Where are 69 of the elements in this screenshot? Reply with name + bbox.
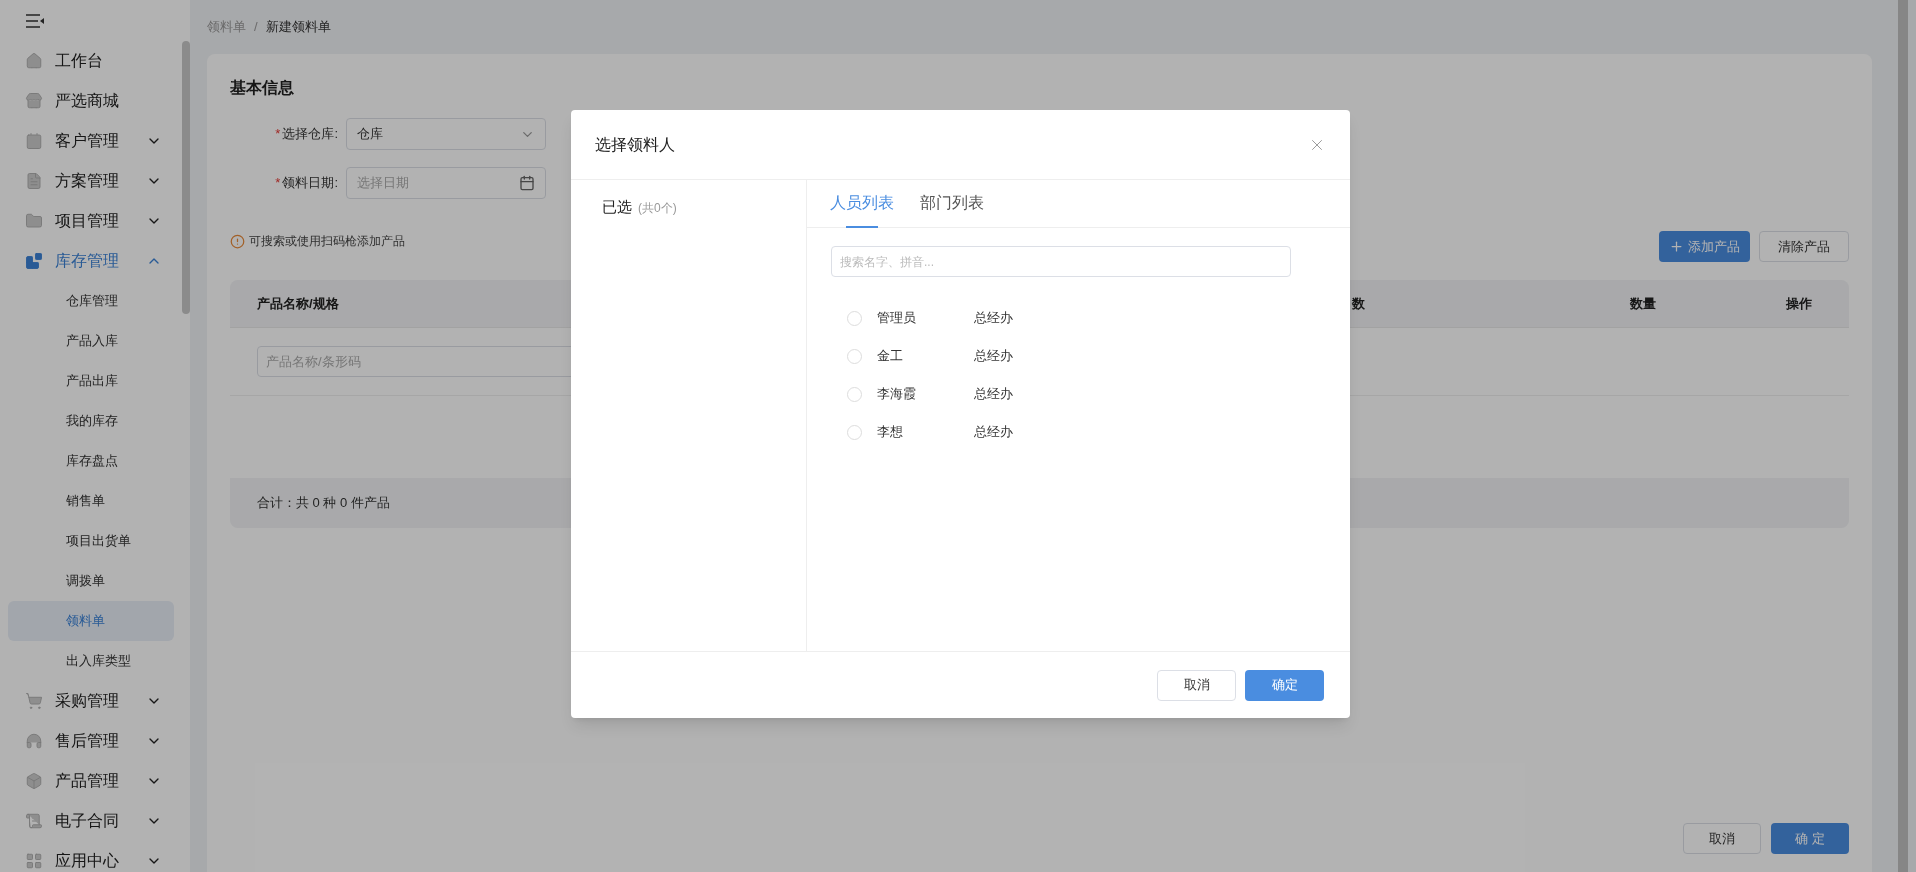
- sidebar-item[interactable]: 严选商城: [0, 81, 182, 121]
- column-header: 数: [1351, 294, 1366, 313]
- person-row[interactable]: 金工 总经办: [807, 337, 1350, 375]
- blocks-icon: [25, 252, 43, 270]
- tab[interactable]: 人员列表: [830, 179, 894, 227]
- sidebar-item[interactable]: 应用中心: [0, 841, 182, 872]
- hint-text: 可搜索或使用扫码枪添加产品: [249, 233, 405, 250]
- person-name: 金工: [877, 347, 904, 366]
- cancel-button[interactable]: 取消: [1157, 669, 1236, 701]
- cart-icon: [25, 692, 43, 710]
- column-header: 数量: [1629, 294, 1657, 313]
- submenu-item[interactable]: 我的库存: [8, 401, 174, 441]
- clear-products-button[interactable]: 清除产品: [1759, 231, 1849, 262]
- department-name: 总经办: [974, 309, 1013, 328]
- submenu-item[interactable]: 项目出货单: [8, 521, 174, 561]
- sidebar-item[interactable]: 采购管理: [0, 681, 182, 721]
- sidebar-item[interactable]: 方案管理: [0, 161, 182, 201]
- selected-label: 已选: [602, 197, 632, 217]
- selected-count: (共0个): [638, 200, 677, 217]
- select-field[interactable]: 仓库: [346, 118, 546, 150]
- folder-icon: [25, 212, 43, 230]
- submenu-item[interactable]: 调拨单: [8, 561, 174, 601]
- person-name: 李海霞: [877, 385, 917, 404]
- section-title: 基本信息: [230, 78, 295, 98]
- person-row[interactable]: 李想 总经办: [807, 413, 1350, 451]
- submenu-item[interactable]: 产品入库: [8, 321, 174, 361]
- person-row[interactable]: 管理员 总经办: [807, 299, 1350, 337]
- plus-icon: [1669, 239, 1684, 254]
- person-row[interactable]: 李海霞 总经办: [807, 375, 1350, 413]
- sidebar-item[interactable]: 项目管理: [0, 201, 182, 241]
- department-name: 总经办: [974, 347, 1013, 366]
- required-mark: *: [275, 125, 281, 144]
- breadcrumb-item: 新建领料单: [265, 18, 331, 37]
- sidebar-item[interactable]: 工作台: [0, 41, 182, 81]
- house-icon: [25, 52, 43, 70]
- column-header: 操作: [1786, 294, 1812, 313]
- submenu-item[interactable]: 库存盘点: [8, 441, 174, 481]
- breadcrumb-separator: /: [254, 18, 258, 37]
- sidebar-item[interactable]: 客户管理: [0, 121, 182, 161]
- field-label: 领料日期:: [282, 174, 338, 193]
- page-scrollbar-thumb[interactable]: [1898, 0, 1908, 872]
- table-summary: 合计：共 0 种 0 件产品: [257, 494, 390, 513]
- headphones-icon: [25, 732, 43, 750]
- column-header: 产品名称/规格: [256, 294, 340, 313]
- submenu-item[interactable]: 销售单: [8, 481, 174, 521]
- cancel-button[interactable]: 取消: [1683, 823, 1761, 854]
- person-name: 李想: [877, 423, 904, 442]
- sidebar-item[interactable]: 产品管理: [0, 761, 182, 801]
- submenu-item[interactable]: 出入库类型: [8, 641, 174, 681]
- sidebar-item[interactable]: 售后管理: [0, 721, 182, 761]
- document-icon: [25, 172, 43, 190]
- department-name: 总经办: [974, 385, 1013, 404]
- scroll-icon: [25, 812, 43, 830]
- person-name: 管理员: [877, 309, 917, 328]
- store-icon: [25, 92, 43, 110]
- menu-icon[interactable]: [25, 13, 45, 28]
- calendar-icon: [519, 175, 535, 191]
- department-name: 总经办: [974, 423, 1013, 442]
- field-label: 选择仓库:: [282, 125, 338, 144]
- required-mark: *: [275, 174, 281, 193]
- sidebar-item[interactable]: 电子合同: [0, 801, 182, 841]
- submenu-item[interactable]: 产品出库: [8, 361, 174, 401]
- warning-icon: [230, 233, 245, 249]
- tab[interactable]: 部门列表: [920, 179, 984, 227]
- box-icon: [25, 772, 43, 790]
- dialog-title: 选择领料人: [595, 134, 675, 155]
- grid-icon: [25, 852, 43, 870]
- submenu-item[interactable]: 仓库管理: [8, 281, 174, 321]
- scrollbar-thumb[interactable]: [182, 41, 190, 314]
